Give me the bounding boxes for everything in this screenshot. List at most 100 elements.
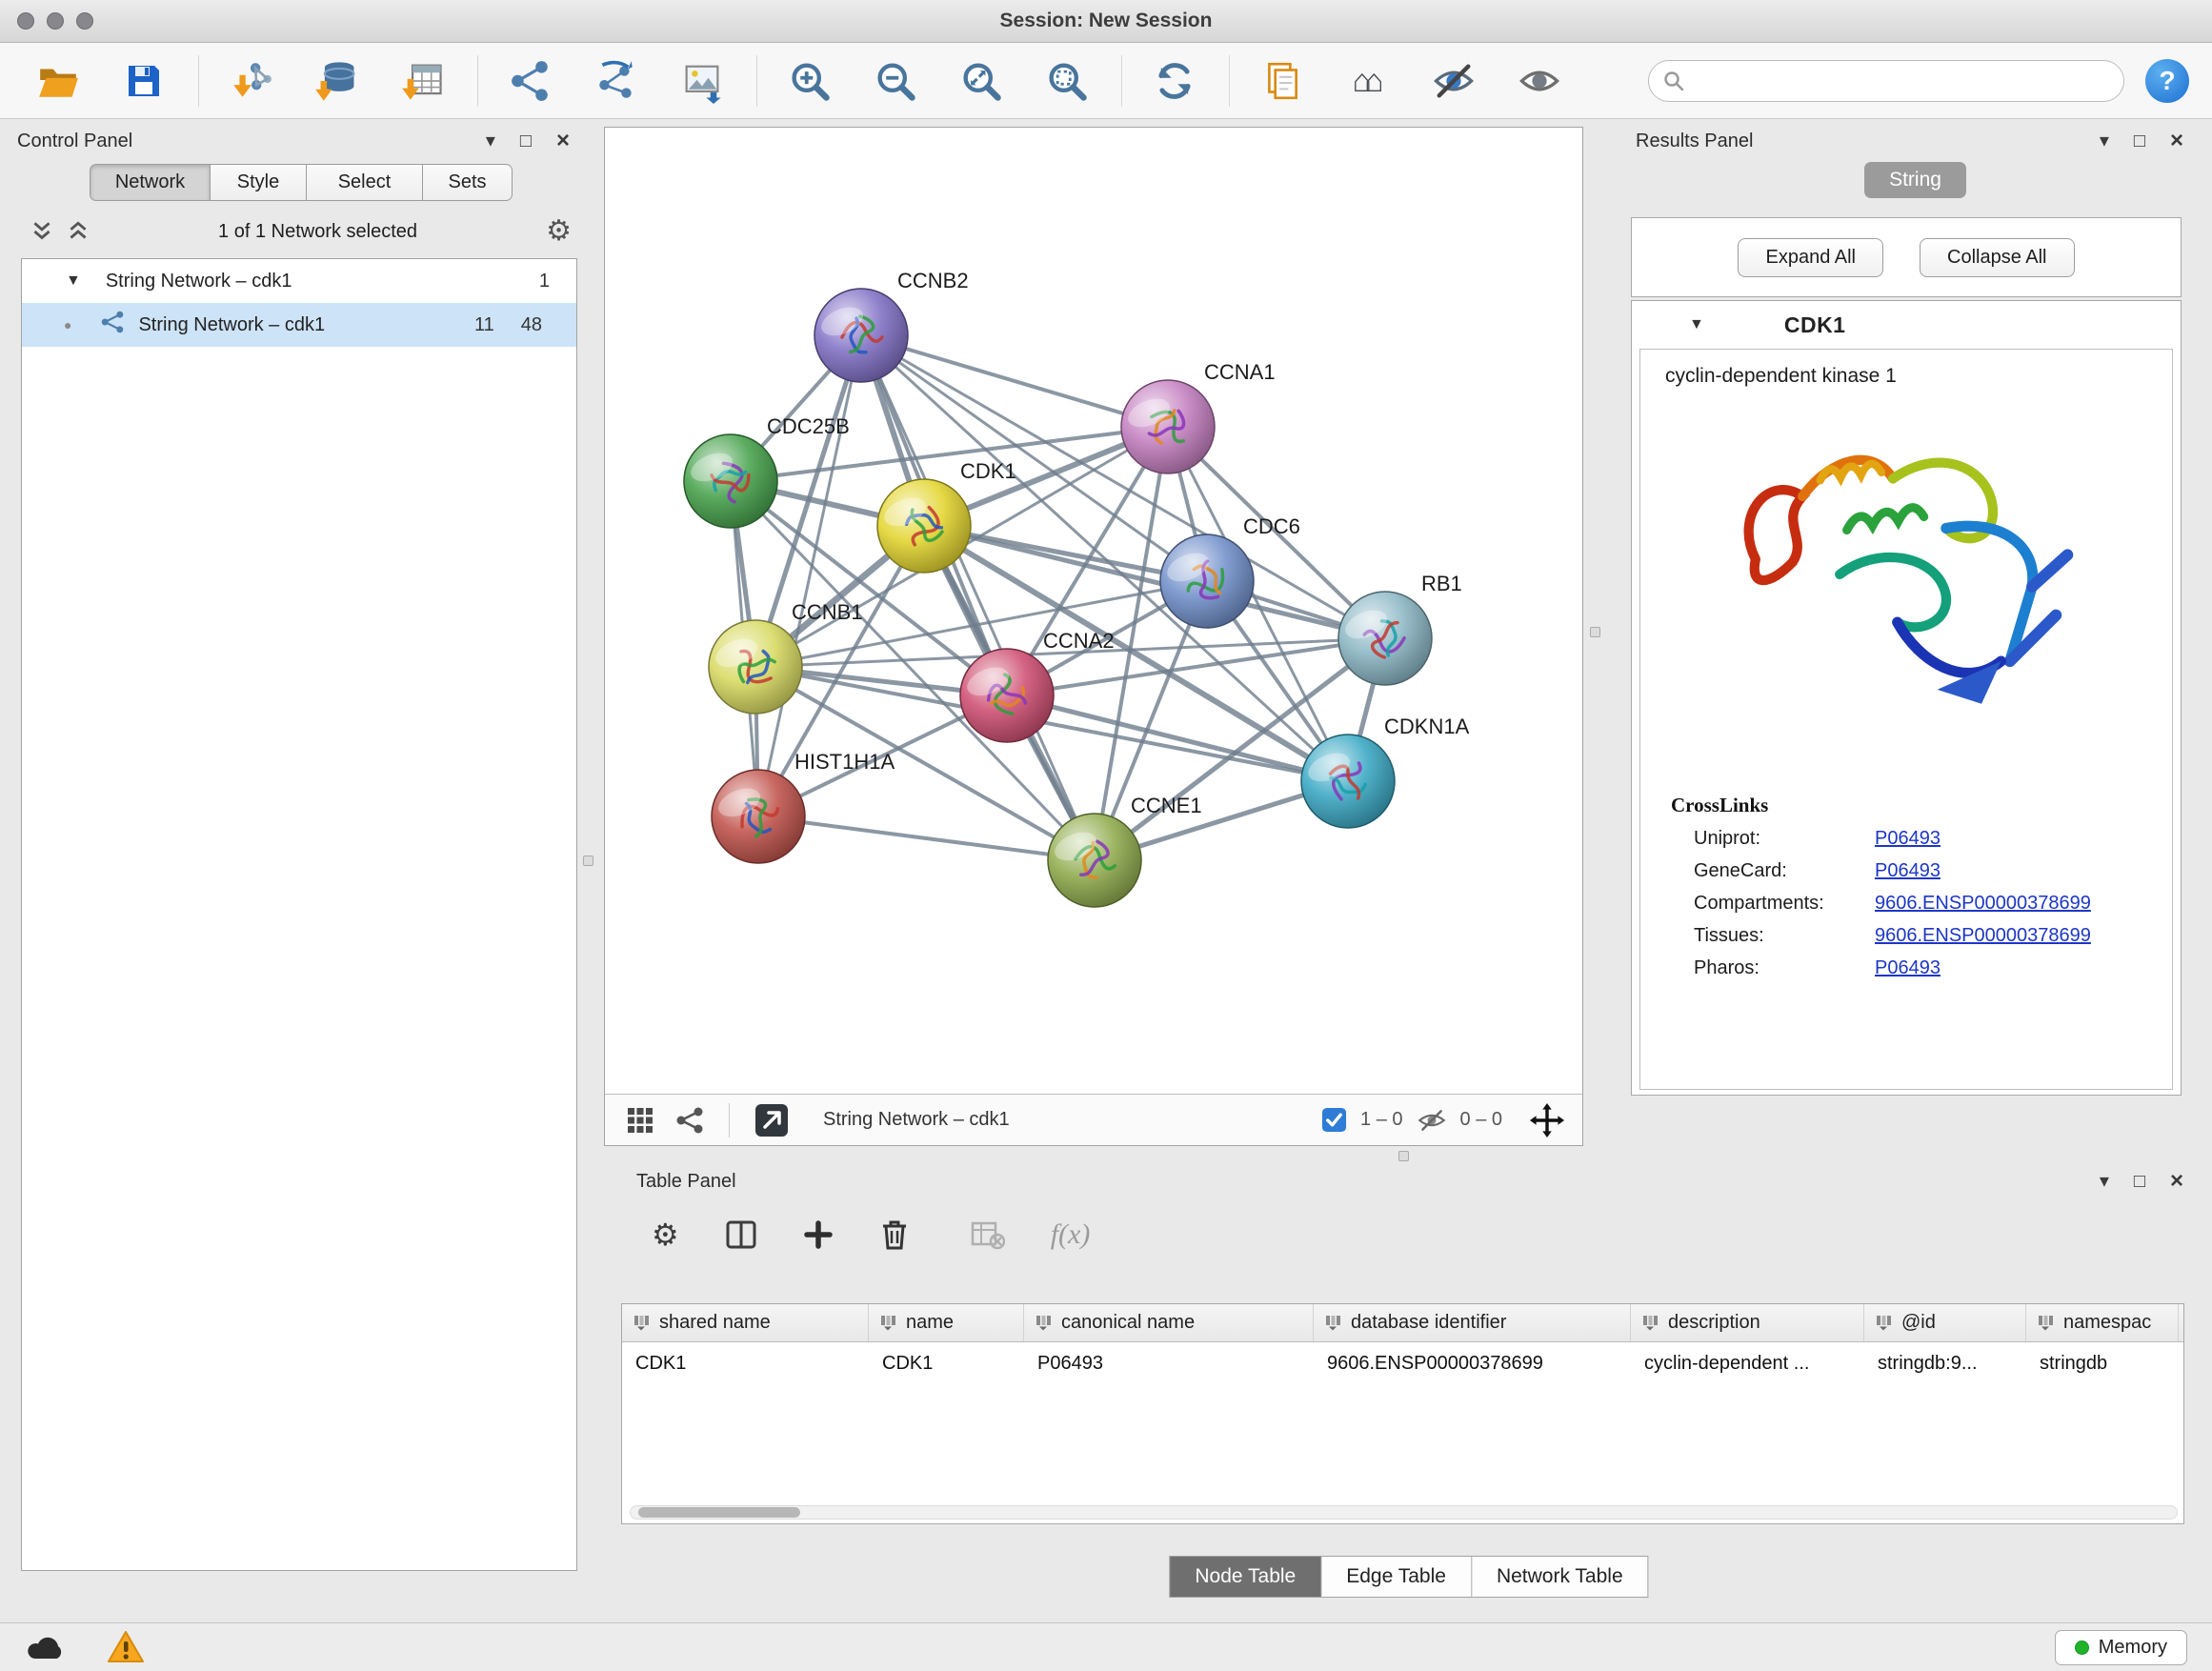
show-columns-icon[interactable] [725,1218,757,1251]
network-node-CDKN1A[interactable]: CDKN1A [1301,715,1470,828]
tab-string[interactable]: String [1864,162,1966,198]
network-node-CDK1[interactable]: CDK1 [877,459,1016,573]
zoom-in-icon[interactable] [786,57,834,105]
table-row[interactable]: CDK1CDK1P064939606.ENSP00000378699cyclin… [622,1342,2183,1384]
zoom-window-button[interactable] [76,12,93,30]
crosslink-tissues-link[interactable]: 9606.ENSP00000378699 [1875,925,2091,947]
network-edge-HIST1H1A-CCNE1[interactable] [758,816,1095,860]
import-table-file-icon[interactable] [399,57,447,105]
show-panel-eye-icon[interactable] [1516,57,1563,105]
new-network-icon[interactable] [507,57,554,105]
tree-expanded-icon[interactable]: ▼ [66,272,81,290]
zoom-out-icon[interactable] [872,57,919,105]
close-window-button[interactable] [17,12,34,30]
network-edge-CCNB2-CCNE1[interactable] [861,335,1095,860]
gear-icon[interactable]: ⚙ [546,217,572,246]
network-edge-CCNB2-HIST1H1A[interactable] [758,335,861,816]
tab-select[interactable]: Select [307,164,423,201]
crosslink-uniprot-link[interactable]: P06493 [1875,828,1941,850]
fit-selected-crosshair-icon[interactable] [1529,1102,1565,1138]
search-input[interactable] [1685,64,2123,98]
network-node-CCNA1[interactable]: CCNA1 [1121,360,1276,473]
column-header-5[interactable]: @id [1864,1304,2026,1341]
network-icon [100,310,125,340]
network-node-RB1[interactable]: RB1 [1338,572,1462,685]
gene-symbol: CDK1 [1784,312,1846,338]
table-header-row: shared namenamecanonical namedatabase id… [622,1304,2183,1342]
open-session-icon[interactable] [34,57,82,105]
column-header-6[interactable]: namespac [2026,1304,2179,1341]
delete-column-trash-icon[interactable] [879,1218,910,1251]
network-list-icon[interactable] [675,1106,704,1135]
splitter-handle[interactable] [583,856,593,866]
memory-button[interactable]: Memory [2055,1630,2187,1665]
cloud-status-icon[interactable] [25,1632,67,1662]
horizontal-scrollbar[interactable] [630,1505,2178,1520]
float-panel-icon[interactable]: ▾ [2100,1172,2109,1191]
scrollbar-thumb[interactable] [638,1507,800,1518]
table-cell: stringdb [2026,1353,2179,1375]
crosslink-genecard-link[interactable]: P06493 [1875,860,1941,882]
clear-table-icon[interactable] [971,1219,1005,1250]
detach-view-icon[interactable] [754,1103,789,1137]
section-expanded-icon[interactable]: ▼ [1689,316,1704,333]
crosslink-pharos-link[interactable]: P06493 [1875,957,1941,979]
tab-edge-table[interactable]: Edge Table [1321,1556,1472,1598]
close-panel-icon[interactable]: × [556,130,570,152]
maximize-panel-icon[interactable]: □ [2134,131,2145,151]
network-from-selection-icon[interactable] [593,57,640,105]
import-network-file-icon[interactable] [228,57,275,105]
tab-network-table[interactable]: Network Table [1472,1556,1649,1598]
splitter-handle[interactable] [1590,627,1600,637]
crosslink-compartments-link[interactable]: 9606.ENSP00000378699 [1875,893,2091,915]
crosslink-label: Tissues: [1694,925,1875,947]
network-edge-CCNB2-CCNA1[interactable] [861,335,1168,427]
toolbar-separator [1121,55,1122,107]
clipboard-document-icon[interactable] [1258,57,1306,105]
minimize-window-button[interactable] [47,12,64,30]
function-builder-icon[interactable]: f(x) [1051,1218,1091,1251]
network-node-CCNB1[interactable]: CCNB1 [709,600,863,714]
zoom-selected-icon[interactable] [1043,57,1091,105]
add-column-icon[interactable] [803,1219,834,1250]
close-panel-icon[interactable]: × [2170,1170,2183,1193]
grid-view-icon[interactable] [626,1106,654,1135]
home-views-icon[interactable]: ⌂⌂ [1344,57,1392,105]
column-header-2[interactable]: canonical name [1024,1304,1314,1341]
crosslinks-title: CrossLinks [1640,776,2172,817]
table-settings-gear-icon[interactable]: ⚙ [652,1217,679,1253]
tab-sets[interactable]: Sets [423,164,513,201]
warning-icon[interactable] [107,1630,145,1664]
network-node-HIST1H1A[interactable]: HIST1H1A [712,750,895,863]
tab-node-table[interactable]: Node Table [1169,1556,1321,1598]
import-network-database-icon[interactable] [313,57,361,105]
maximize-panel-icon[interactable]: □ [2134,1172,2145,1191]
expand-all-icon[interactable] [67,219,90,244]
network-collection-row[interactable]: ▼ String Network – cdk1 1 [22,259,576,303]
collapse-all-button[interactable]: Collapse All [1920,238,2075,277]
splitter-handle[interactable] [1398,1151,1409,1161]
save-session-icon[interactable] [120,57,168,105]
column-header-0[interactable]: shared name [622,1304,869,1341]
column-header-3[interactable]: database identifier [1314,1304,1631,1341]
zoom-fit-icon[interactable] [957,57,1005,105]
table-cell: stringdb:9... [1864,1353,2026,1375]
column-sort-icon [633,1315,651,1331]
hide-panel-eye-slash-icon[interactable] [1430,57,1478,105]
help-button[interactable]: ? [2145,59,2189,103]
network-canvas[interactable]: CCNB2CCNA1CDC25BCDK1CDC6RB1CCNB1CCNA2CDK… [605,128,1582,1094]
float-panel-icon[interactable]: ▾ [486,131,495,151]
expand-all-button[interactable]: Expand All [1738,238,1883,277]
refresh-icon[interactable] [1151,57,1198,105]
column-header-4[interactable]: description [1631,1304,1864,1341]
network-node-CCNB2[interactable]: CCNB2 [814,269,969,382]
float-panel-icon[interactable]: ▾ [2100,131,2109,151]
maximize-panel-icon[interactable]: □ [520,131,532,151]
column-header-1[interactable]: name [869,1304,1024,1341]
collapse-all-icon[interactable] [30,219,53,244]
close-panel-icon[interactable]: × [2170,130,2183,152]
tab-network[interactable]: Network [90,164,211,201]
network-row-selected[interactable]: ● String Network – cdk1 11 48 [22,303,576,347]
tab-style[interactable]: Style [211,164,307,201]
export-image-icon[interactable] [678,57,726,105]
